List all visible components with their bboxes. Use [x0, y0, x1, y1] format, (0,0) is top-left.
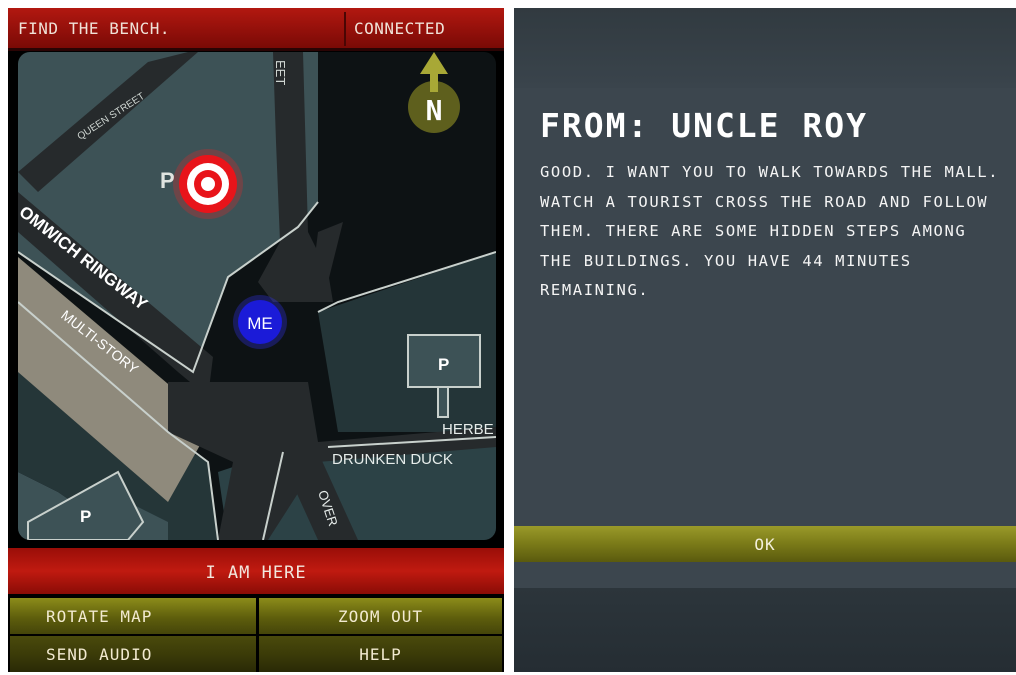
message-header-band — [514, 8, 1016, 88]
i-am-here-button[interactable]: I AM HERE — [8, 548, 504, 594]
map-screen: FIND THE BENCH. CONNECTED QUEEN STREET E… — [8, 8, 504, 672]
message-screen: FROM: UNCLE ROY GOOD. I WANT YOU TO WALK… — [514, 8, 1016, 672]
message-title: FROM: UNCLE ROY — [540, 106, 869, 145]
street-label: HERBE — [442, 421, 494, 438]
street-label: EET — [273, 60, 288, 85]
help-button[interactable]: HELP — [259, 636, 502, 672]
map-view[interactable]: QUEEN STREET EET OMWICH RINGWAY MULTI-ST… — [18, 52, 496, 540]
me-label: ME — [247, 314, 273, 333]
me-location-marker[interactable]: ME — [233, 295, 287, 349]
target-marker-icon[interactable] — [173, 149, 243, 219]
zoom-out-button[interactable]: ZOOM OUT — [259, 598, 502, 634]
ok-button[interactable]: OK — [514, 526, 1016, 562]
send-audio-button[interactable]: SEND AUDIO — [10, 636, 256, 672]
connection-status: CONNECTED — [354, 19, 446, 38]
compass-letter: N — [426, 94, 443, 127]
map-canvas[interactable]: QUEEN STREET EET OMWICH RINGWAY MULTI-ST… — [18, 52, 496, 540]
parking-label: P — [160, 168, 175, 193]
message-footer-band — [514, 588, 1016, 672]
parking-label: P — [80, 507, 91, 526]
status-divider — [344, 12, 346, 46]
building-label: DRUNKEN DUCK — [332, 451, 453, 468]
rotate-map-button[interactable]: ROTATE MAP — [10, 598, 256, 634]
status-bar: FIND THE BENCH. CONNECTED — [8, 8, 504, 51]
message-body: GOOD. I WANT YOU TO WALK TOWARDS THE MAL… — [540, 163, 1000, 299]
parking-path — [437, 386, 449, 418]
parking-label: P — [438, 355, 449, 374]
mission-text: FIND THE BENCH. — [18, 19, 170, 38]
